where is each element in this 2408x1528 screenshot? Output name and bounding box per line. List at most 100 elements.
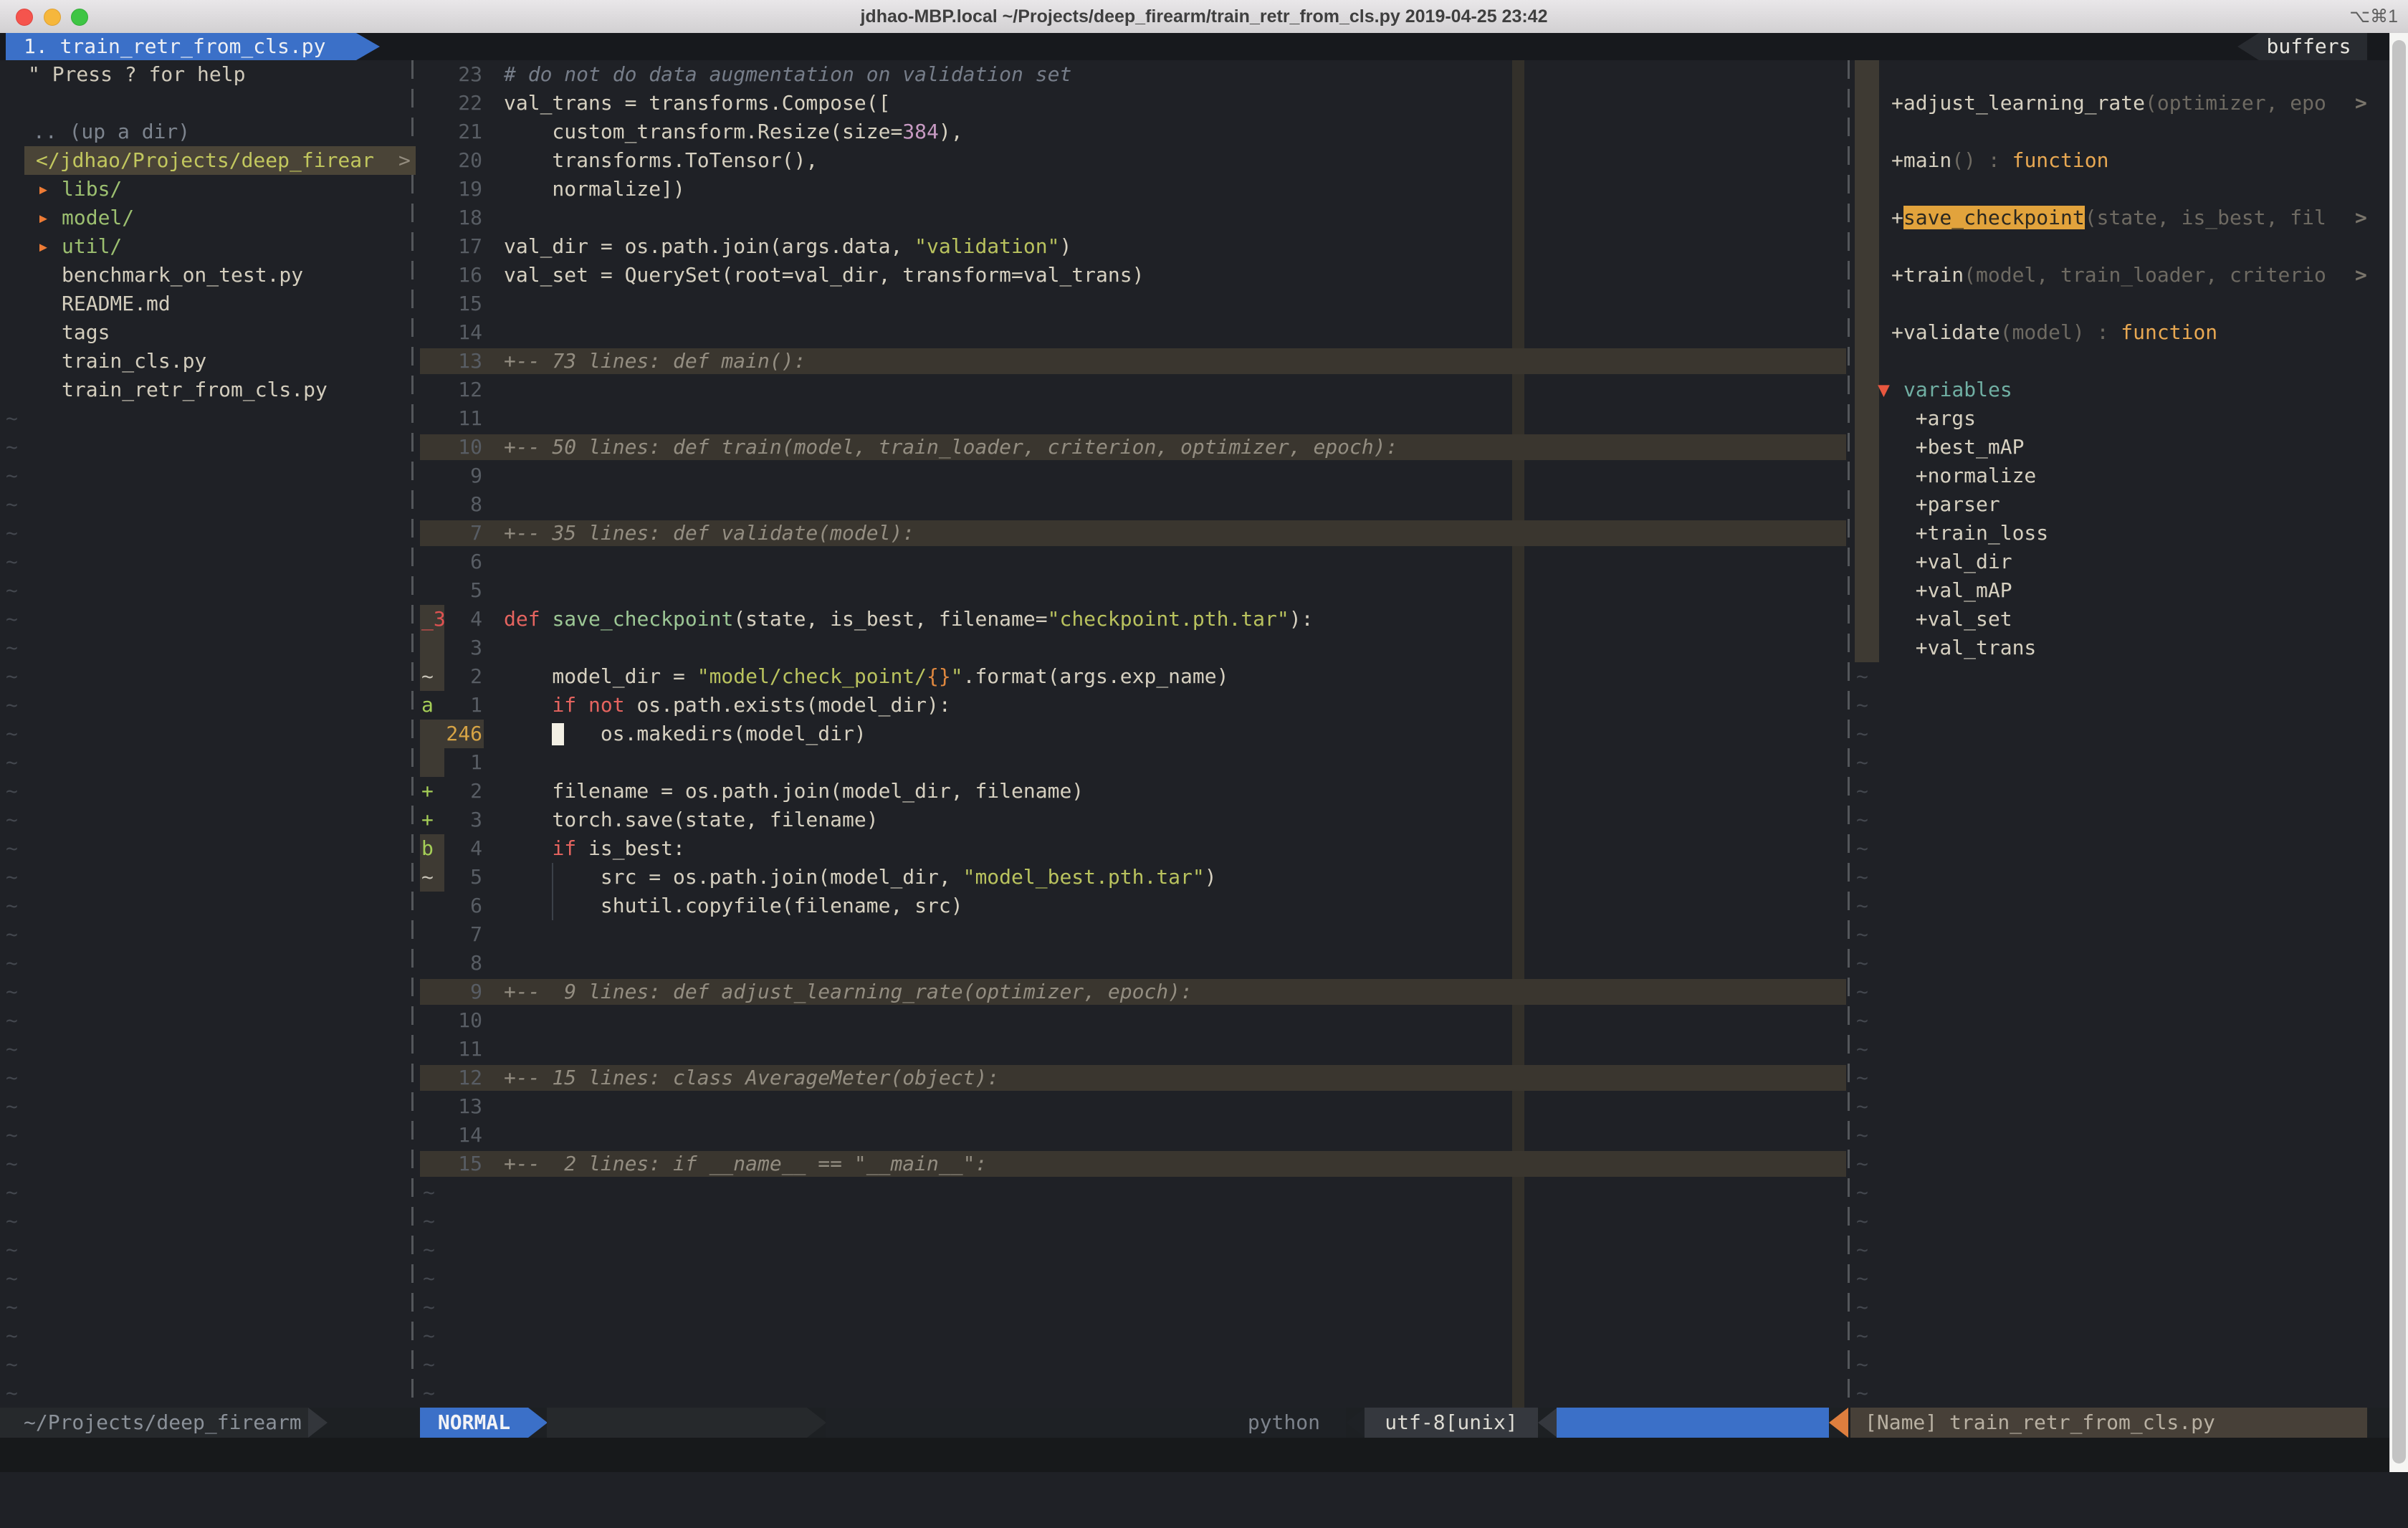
tabline-buffers-label[interactable]: buffers: [2237, 33, 2367, 60]
statusline-tagbar-name: [Name] train_retr_from_cls.py: [1850, 1408, 2367, 1438]
tagbar-item[interactable]: +best_mAP: [1891, 433, 2024, 462]
fold-open-icon[interactable]: ▼: [1878, 376, 1890, 404]
tilde-marker: ~: [1856, 1207, 1868, 1236]
powerline-separator-orange-icon: [1829, 1408, 1848, 1438]
token-d: +adjust_learning_rate: [1891, 91, 2145, 115]
tagbar-row[interactable]: [0, 290, 2389, 318]
tab-train-retr-from-cls[interactable]: 1. train_retr_from_cls.py: [6, 33, 380, 60]
tagbar-row[interactable]: +parser: [0, 490, 2389, 519]
powerline-separator-icon: [308, 1408, 328, 1438]
tilde-marker: ~: [1856, 892, 1868, 920]
tagbar-row[interactable]: +adjust_learning_rate(optimizer, epo >: [0, 89, 2389, 118]
titlebar[interactable]: jdhao-MBP.local ~/Projects/deep_firearm/…: [0, 0, 2408, 34]
tagbar-item[interactable]: +val_dir: [1891, 548, 2012, 576]
tagbar-item[interactable]: +validate(model) : function: [1891, 318, 2217, 347]
tagbar-row[interactable]: +train(model, train_loader, criterio >: [0, 261, 2389, 290]
scrollbar-track[interactable]: [2389, 33, 2408, 1472]
tilde-marker: ~: [1856, 1006, 1868, 1035]
tagbar-highlighted-tag: save_checkpoint: [1903, 206, 2085, 229]
token-d: +best_mAP: [1891, 435, 2024, 459]
tagbar-row[interactable]: +validate(model) : function: [0, 318, 2389, 347]
token-d: +val_set: [1891, 607, 2012, 631]
tagbar-item[interactable]: +args: [1891, 404, 1976, 433]
tagbar-empty-line: ~: [0, 834, 2389, 863]
tagbar-empty-line: ~: [0, 1322, 2389, 1350]
tagbar-row[interactable]: +val_set: [0, 605, 2389, 634]
tagbar-row[interactable]: +best_mAP: [0, 433, 2389, 462]
tilde-marker: ~: [1856, 1035, 1868, 1064]
tagbar-row[interactable]: [0, 118, 2389, 146]
tagbar-item[interactable]: +train(model, train_loader, criterio: [1891, 261, 2326, 290]
truncation-marker: >: [2355, 89, 2367, 118]
tilde-marker: ~: [1856, 1236, 1868, 1264]
tagbar-empty-line: ~: [0, 920, 2389, 949]
tilde-marker: ~: [1856, 777, 1868, 806]
tagbar-row[interactable]: [0, 347, 2389, 376]
tagbar-row[interactable]: ▼ variables: [0, 376, 2389, 404]
tagbar-empty-line: ~: [0, 863, 2389, 892]
tilde-marker: ~: [1856, 949, 1868, 978]
token-d: +val_trans: [1891, 636, 2036, 659]
tagbar-empty-line: ~: [0, 1293, 2389, 1322]
tilde-marker: ~: [1856, 806, 1868, 834]
tilde-marker: ~: [1856, 1121, 1868, 1150]
tagbar-item[interactable]: +parser: [1891, 490, 2000, 519]
tilde-marker: ~: [1856, 1379, 1868, 1408]
tagbar-item[interactable]: +main() : function: [1891, 146, 2108, 175]
tagbar-empty-line: ~: [0, 1006, 2389, 1035]
tagbar-item[interactable]: +val_trans: [1891, 634, 2036, 662]
tagbar-item[interactable]: +train_loss: [1891, 519, 2048, 548]
token-d: +parser: [1891, 492, 2000, 516]
tagbar-item[interactable]: +normalize: [1891, 462, 2036, 490]
tagbar-empty-line: ~: [0, 1264, 2389, 1293]
scrollbar-thumb[interactable]: [2392, 40, 2406, 1463]
truncation-marker: >: [2355, 261, 2367, 290]
tagbar-empty-line: ~: [0, 1379, 2389, 1408]
tagbar-empty-line: ~: [0, 806, 2389, 834]
tilde-marker: ~: [1856, 1178, 1868, 1207]
tagbar-item[interactable]: +val_mAP: [1891, 576, 2012, 605]
tagbar-empty-line: ~: [0, 1035, 2389, 1064]
powerline-separator-icon: [807, 1408, 826, 1438]
tagbar-row[interactable]: +val_trans: [0, 634, 2389, 662]
tagbar-item[interactable]: +val_set: [1891, 605, 2012, 634]
statusline-position-segment: 86% 246/284LN : 5: [1557, 1408, 1829, 1438]
tagbar-empty-line: ~: [0, 892, 2389, 920]
powerline-separator-icon: [528, 1408, 548, 1438]
token-d: +: [1891, 206, 1903, 229]
vim-command-line[interactable]: [0, 1438, 2408, 1472]
tagbar-row[interactable]: +train_loss: [0, 519, 2389, 548]
tagbar-row[interactable]: +val_mAP: [0, 576, 2389, 605]
token-g: (state, is_best, fil: [2085, 206, 2326, 229]
token-g: () :: [1951, 148, 2012, 172]
tilde-marker: ~: [1856, 863, 1868, 892]
tagbar-row[interactable]: +save_checkpoint(state, is_best, fil>: [0, 204, 2389, 232]
tagbar-empty-line: ~: [0, 748, 2389, 777]
tagbar-row[interactable]: +val_dir: [0, 548, 2389, 576]
tagbar-row[interactable]: [0, 175, 2389, 204]
tagbar-row[interactable]: +args: [0, 404, 2389, 433]
token-d: +normalize: [1891, 464, 2036, 487]
token-g: (model) :: [2000, 320, 2121, 344]
tilde-marker: ~: [1856, 1264, 1868, 1293]
token-d: +args: [1891, 406, 1976, 430]
tagbar-row[interactable]: +main() : function: [0, 146, 2389, 175]
tagbar-item[interactable]: +save_checkpoint(state, is_best, fil: [1891, 204, 2326, 232]
tagbar-empty-line: ~: [0, 978, 2389, 1006]
tagbar-row[interactable]: [0, 60, 2389, 89]
statusline: ~/Projects/deep_firearm NORMAL +8 ~3 -3 …: [0, 1408, 2408, 1438]
powerline-separator-icon: [1346, 1408, 1365, 1438]
statusline-git-segment: +8 ~3 -3 master: [547, 1408, 807, 1438]
tagbar-empty-line: ~: [0, 777, 2389, 806]
statusline-mode: NORMAL: [420, 1408, 528, 1438]
tagbar-item[interactable]: +adjust_learning_rate(optimizer, epo: [1891, 89, 2326, 118]
tagbar-empty-line: ~: [0, 1178, 2389, 1207]
tagbar-row[interactable]: +normalize: [0, 462, 2389, 490]
tilde-marker: ~: [1856, 1092, 1868, 1121]
tagbar-kind-variables[interactable]: variables: [1903, 376, 2012, 404]
tagbar-empty-line: ~: [0, 1207, 2389, 1236]
tagbar-row[interactable]: [0, 232, 2389, 261]
tilde-marker: ~: [1856, 978, 1868, 1006]
tagbar-empty-line: ~: [0, 1236, 2389, 1264]
tagbar-empty-line: ~: [0, 691, 2389, 720]
